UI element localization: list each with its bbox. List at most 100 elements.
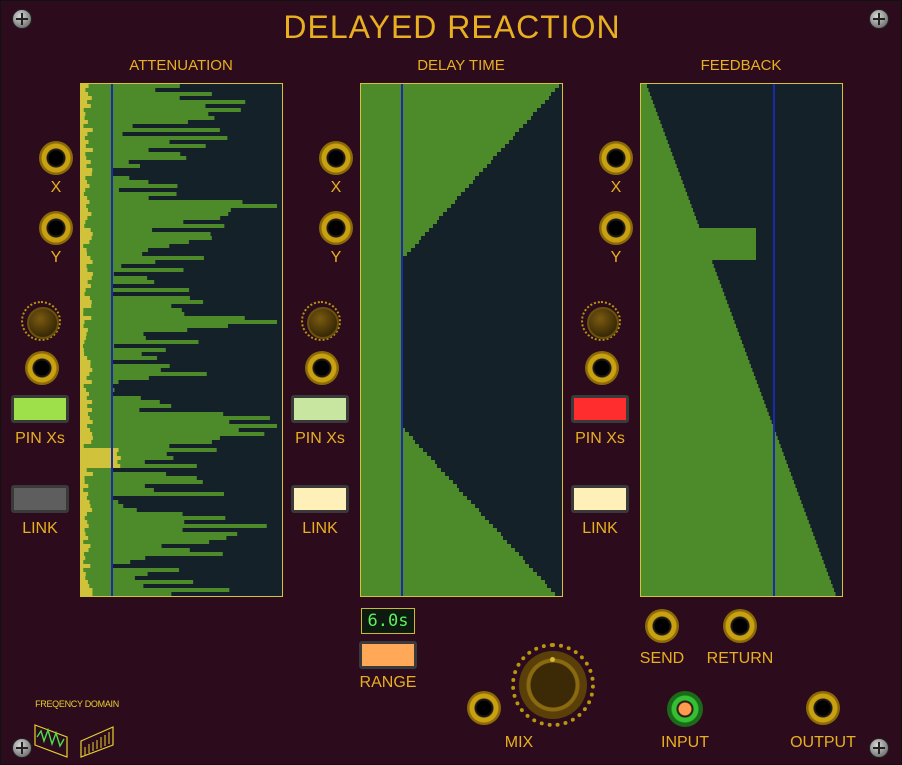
spectrum-bar bbox=[81, 192, 84, 196]
attenuation-bar bbox=[81, 232, 211, 236]
feedback-bar bbox=[641, 304, 729, 308]
return-jack[interactable] bbox=[723, 609, 757, 643]
feedback-knob[interactable] bbox=[581, 301, 621, 341]
delay-pin-label: PIN Xs bbox=[295, 430, 345, 447]
delay-bar bbox=[361, 304, 401, 308]
attenuation-bar bbox=[81, 480, 203, 484]
feedback-bar bbox=[641, 92, 650, 96]
attenuation-bar bbox=[81, 376, 149, 380]
feedback-bars bbox=[641, 84, 836, 596]
feedback-bar bbox=[641, 228, 756, 232]
feedback-cv-jack[interactable] bbox=[585, 351, 619, 385]
attenuation-bar bbox=[81, 104, 206, 108]
delay-bar bbox=[361, 184, 469, 188]
attenuation-y-jack[interactable] bbox=[39, 211, 73, 245]
return-label: RETURN bbox=[706, 650, 774, 667]
spectrum-bar bbox=[81, 588, 93, 592]
spectrum-bar bbox=[81, 328, 88, 332]
delay-bar bbox=[361, 284, 401, 288]
delay-time-display[interactable] bbox=[360, 83, 563, 597]
feedback-link-button[interactable] bbox=[571, 485, 629, 513]
feedback-bar bbox=[641, 512, 806, 516]
feedback-bar bbox=[641, 136, 667, 140]
mix-cv-jack[interactable] bbox=[467, 691, 501, 725]
delay-bar bbox=[361, 84, 559, 88]
spectrum-bar bbox=[81, 380, 92, 384]
feedback-display[interactable] bbox=[640, 83, 843, 597]
spectrum-bar bbox=[81, 440, 92, 444]
attenuation-bar bbox=[81, 344, 115, 348]
knob-indicator-icon bbox=[550, 657, 555, 662]
feedback-bar bbox=[641, 532, 814, 536]
attenuation-bar bbox=[81, 236, 212, 240]
attenuation-cv-jack[interactable] bbox=[25, 351, 59, 385]
feedback-bar bbox=[641, 520, 809, 524]
attenuation-bar bbox=[81, 228, 153, 232]
delay-cv-jack[interactable] bbox=[305, 351, 339, 385]
delay-bar bbox=[361, 508, 479, 512]
delay-bar bbox=[361, 172, 479, 176]
delay-knob[interactable] bbox=[301, 301, 341, 341]
delay-bar bbox=[361, 264, 401, 268]
spectrum-bar bbox=[81, 352, 85, 356]
spectrum-bar bbox=[81, 104, 91, 108]
feedback-bar bbox=[641, 476, 793, 480]
feedback-bar bbox=[641, 580, 832, 584]
feedback-bar bbox=[641, 120, 661, 124]
attenuation-bar bbox=[81, 520, 185, 524]
delay-bar bbox=[361, 192, 461, 196]
delay-bar bbox=[361, 132, 515, 136]
feedback-bar bbox=[641, 240, 756, 244]
spectrum-bar bbox=[81, 320, 85, 324]
spectrum-bar bbox=[81, 136, 85, 140]
spectrum-bar bbox=[81, 484, 89, 488]
delay-bar bbox=[361, 224, 433, 228]
feedback-y-jack[interactable] bbox=[599, 211, 633, 245]
feedback-bar bbox=[641, 336, 741, 340]
delay-bar bbox=[361, 292, 401, 296]
delay-link-button[interactable] bbox=[291, 485, 349, 513]
range-button[interactable] bbox=[359, 641, 417, 669]
spectrum-bar bbox=[81, 556, 86, 560]
attenuation-bar bbox=[81, 184, 178, 188]
delay-bar bbox=[361, 504, 475, 508]
spectrum-bar bbox=[81, 456, 121, 460]
feedback-pin-button[interactable] bbox=[571, 395, 629, 423]
delay-bar bbox=[361, 196, 457, 200]
attenuation-bar bbox=[81, 572, 148, 576]
attenuation-bar bbox=[81, 428, 239, 432]
attenuation-bar bbox=[81, 420, 230, 424]
spectrum-bar bbox=[81, 264, 87, 268]
attenuation-pin-button[interactable] bbox=[11, 395, 69, 423]
delay-y-jack[interactable] bbox=[319, 211, 353, 245]
delay-pin-button[interactable] bbox=[291, 395, 349, 423]
feedback-bar bbox=[641, 256, 756, 260]
feedback-x-jack[interactable] bbox=[599, 141, 633, 175]
feedback-bar bbox=[641, 292, 725, 296]
spectrum-bar bbox=[81, 428, 91, 432]
spectrum-bar bbox=[81, 472, 93, 476]
feedback-bar bbox=[641, 264, 714, 268]
feedback-bar bbox=[641, 332, 740, 336]
attenuation-x-jack[interactable] bbox=[39, 141, 73, 175]
feedback-bar bbox=[641, 364, 751, 368]
attenuation-bar bbox=[81, 536, 227, 540]
spectrum-bar bbox=[81, 516, 85, 520]
attenuation-bar bbox=[81, 208, 231, 212]
delay-x-jack[interactable] bbox=[319, 141, 353, 175]
attenuation-bar bbox=[81, 524, 267, 528]
mix-knob[interactable] bbox=[511, 643, 595, 727]
attenuation-link-button[interactable] bbox=[11, 485, 69, 513]
attenuation-display[interactable] bbox=[80, 83, 283, 597]
send-jack[interactable] bbox=[645, 609, 679, 643]
feedback-bar bbox=[641, 288, 723, 292]
input-jack[interactable] bbox=[667, 691, 703, 727]
attenuation-bar bbox=[81, 340, 199, 344]
feedback-bar bbox=[641, 544, 818, 548]
attenuation-bar bbox=[81, 164, 141, 168]
spectrum-bar bbox=[81, 356, 88, 360]
output-jack[interactable] bbox=[806, 691, 840, 725]
attenuation-knob[interactable] bbox=[21, 301, 61, 341]
feedback-bar bbox=[641, 452, 784, 456]
delay-bar bbox=[361, 272, 401, 276]
